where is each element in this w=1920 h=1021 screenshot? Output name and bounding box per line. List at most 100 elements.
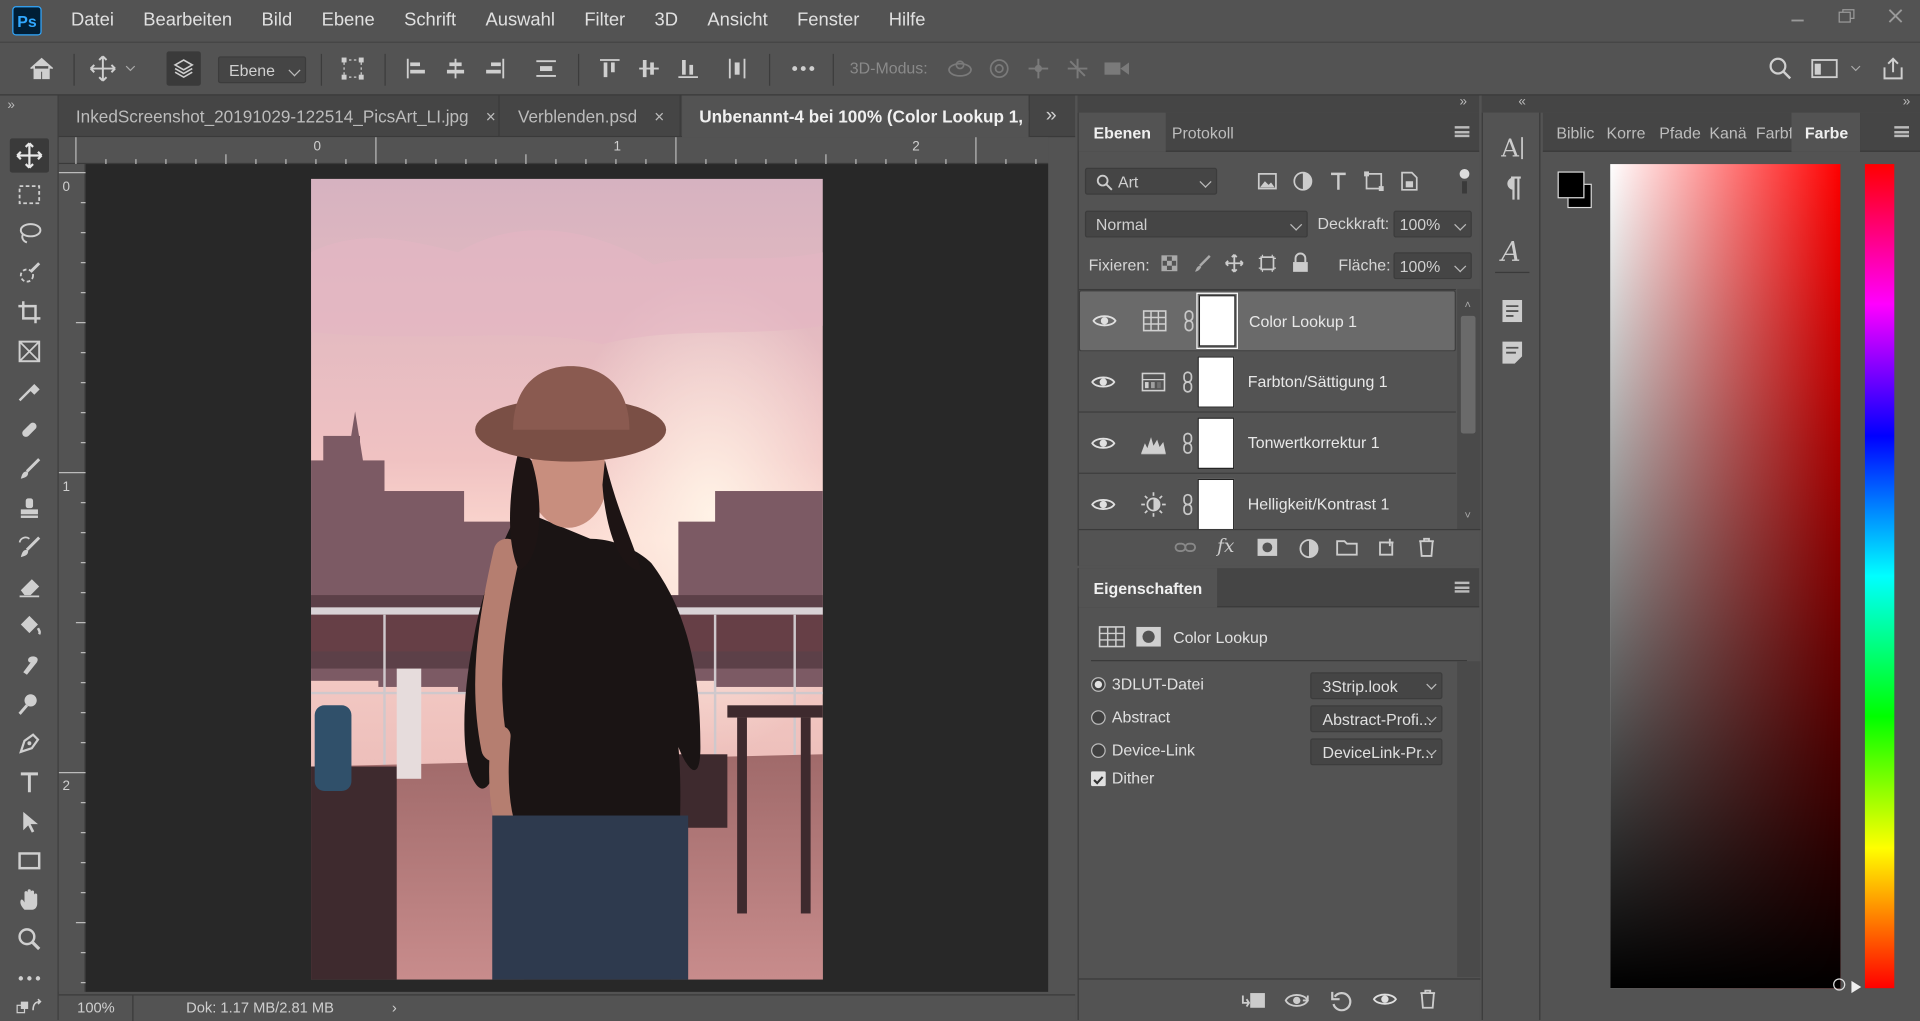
menu-schrift[interactable]: Schrift xyxy=(389,0,470,42)
layers-scrollbar[interactable]: ˄ ˅ xyxy=(1457,288,1481,529)
menu-bild[interactable]: Bild xyxy=(247,0,307,42)
canvas-area[interactable] xyxy=(85,164,1049,992)
marquee-tool-icon[interactable] xyxy=(10,178,49,212)
close-tab-icon[interactable]: × xyxy=(486,107,496,127)
paragraph-panel-icon[interactable] xyxy=(1501,174,1523,210)
filter-smart-object-icon[interactable] xyxy=(1398,170,1420,198)
layer-row-brightness-contrast[interactable]: Helligkeit/Kontrast 1 xyxy=(1079,474,1456,529)
blend-mode-dropdown[interactable]: Normal xyxy=(1084,210,1308,238)
panel-menu-icon[interactable] xyxy=(1454,126,1470,138)
menu-auswahl[interactable]: Auswahl xyxy=(471,0,570,42)
paint-bucket-tool-icon[interactable] xyxy=(10,609,49,643)
properties-scrollbar[interactable] xyxy=(1457,661,1481,978)
filter-pixel-icon[interactable] xyxy=(1256,170,1278,198)
character-panel-icon[interactable]: A xyxy=(1499,132,1526,170)
tab-protokoll[interactable]: Protokoll xyxy=(1157,113,1248,152)
hue-slider-handle[interactable] xyxy=(1851,980,1862,994)
new-group-icon[interactable] xyxy=(1336,539,1358,562)
link-icon[interactable] xyxy=(1182,370,1194,393)
menu-ansicht[interactable]: Ansicht xyxy=(693,0,783,42)
zoom-tool-icon[interactable] xyxy=(10,922,49,956)
doc-tab-verblenden[interactable]: Verblenden.psd × xyxy=(501,95,681,138)
3d-camera-icon[interactable] xyxy=(1102,54,1131,83)
more-options-icon[interactable] xyxy=(789,54,818,83)
distribute-vertical-icon[interactable] xyxy=(722,54,751,83)
workspace-icon[interactable] xyxy=(1810,54,1839,83)
swap-colors-icon[interactable] xyxy=(10,993,49,1017)
pen-tool-icon[interactable] xyxy=(10,726,49,760)
lock-artboard-icon[interactable] xyxy=(1258,253,1278,279)
chevron-down-icon[interactable] xyxy=(1847,54,1864,83)
lock-pixels-icon[interactable] xyxy=(1193,253,1213,279)
menu-datei[interactable]: Datei xyxy=(56,0,128,42)
layer-mask-thumbnail[interactable] xyxy=(1197,355,1235,408)
align-left-icon[interactable] xyxy=(402,54,431,83)
grid-icon[interactable] xyxy=(1098,624,1125,655)
opacity-input[interactable]: 100% xyxy=(1393,210,1472,238)
visibility-eye-icon[interactable] xyxy=(1092,312,1117,329)
color-picker-cursor[interactable] xyxy=(1833,978,1846,991)
3dlut-file-dropdown[interactable]: 3Strip.look xyxy=(1310,672,1443,700)
lock-position-icon[interactable] xyxy=(1225,253,1245,279)
frame-tool-icon[interactable] xyxy=(10,334,49,368)
clone-stamp-tool-icon[interactable] xyxy=(10,491,49,525)
dodge-tool-icon[interactable] xyxy=(10,687,49,721)
layer-mask-thumbnail[interactable] xyxy=(1197,478,1235,529)
close-icon[interactable] xyxy=(1871,0,1920,32)
align-bottom-icon[interactable] xyxy=(673,54,702,83)
path-selection-tool-icon[interactable] xyxy=(10,804,49,838)
tab-farbe[interactable]: Farbe xyxy=(1791,112,1861,152)
scroll-up-icon[interactable]: ˄ xyxy=(1465,299,1471,311)
hand-tool-icon[interactable] xyxy=(10,883,49,917)
layer-mask-thumbnail[interactable] xyxy=(1196,292,1238,349)
type-tool-icon[interactable] xyxy=(10,765,49,799)
3d-orbit-icon[interactable] xyxy=(945,54,974,83)
edit-toolbar-icon[interactable] xyxy=(10,961,49,995)
more-tabs-icon[interactable]: » xyxy=(1046,105,1057,127)
color-field[interactable] xyxy=(1610,164,1841,989)
transform-controls-icon[interactable] xyxy=(338,54,367,83)
filter-type-icon[interactable] xyxy=(1327,170,1349,198)
hue-slider[interactable] xyxy=(1864,164,1895,989)
menu-3d[interactable]: 3D xyxy=(640,0,693,42)
panel-menu-icon[interactable] xyxy=(1894,126,1909,138)
minimize-icon[interactable] xyxy=(1773,0,1822,32)
lock-all-icon[interactable] xyxy=(1291,252,1311,279)
layer-row-color-lookup[interactable]: Color Lookup 1 xyxy=(1078,290,1456,352)
fill-input[interactable]: 100% xyxy=(1393,252,1472,280)
crop-tool-icon[interactable] xyxy=(10,295,49,329)
auto-select-icon[interactable] xyxy=(166,51,201,86)
menu-fenster[interactable]: Fenster xyxy=(782,0,874,42)
chevron-down-icon[interactable] xyxy=(122,54,137,83)
visibility-eye-icon[interactable] xyxy=(1091,373,1116,390)
toggle-visibility-icon[interactable] xyxy=(1372,991,1398,1014)
libraries-panel-icon[interactable] xyxy=(1501,299,1523,330)
foreground-color-swatch[interactable] xyxy=(1557,171,1585,199)
share-icon[interactable] xyxy=(1878,54,1907,83)
menu-ebene[interactable]: Ebene xyxy=(307,0,390,42)
lasso-tool-icon[interactable] xyxy=(10,217,49,251)
radio-3dlut[interactable] xyxy=(1091,677,1106,692)
align-right-icon[interactable] xyxy=(480,54,509,83)
menu-bearbeiten[interactable]: Bearbeiten xyxy=(129,0,247,42)
align-middle-icon[interactable] xyxy=(634,54,663,83)
tab-ebenen[interactable]: Ebenen xyxy=(1078,112,1166,152)
collapse-toolbar-icon[interactable]: » xyxy=(7,98,15,113)
search-icon[interactable] xyxy=(1766,54,1795,83)
scroll-down-icon[interactable]: ˅ xyxy=(1465,509,1471,521)
align-center-icon[interactable] xyxy=(441,54,470,83)
delete-layer-icon[interactable] xyxy=(1418,537,1435,564)
rectangle-tool-icon[interactable] xyxy=(10,844,49,878)
move-tool-icon[interactable] xyxy=(88,54,117,83)
status-menu-arrow[interactable]: › xyxy=(392,999,397,1016)
scroll-thumb[interactable] xyxy=(1460,315,1476,434)
document-image[interactable] xyxy=(311,178,823,980)
brush-tool-icon[interactable] xyxy=(10,452,49,486)
link-icon[interactable] xyxy=(1182,432,1194,454)
restore-icon[interactable] xyxy=(1822,0,1871,32)
close-tab-icon[interactable]: × xyxy=(654,107,664,127)
radio-device-link[interactable] xyxy=(1091,743,1106,758)
panel-menu-icon[interactable] xyxy=(1454,581,1470,593)
3d-pan-icon[interactable] xyxy=(1024,54,1053,83)
distribute-icon[interactable] xyxy=(531,54,560,83)
